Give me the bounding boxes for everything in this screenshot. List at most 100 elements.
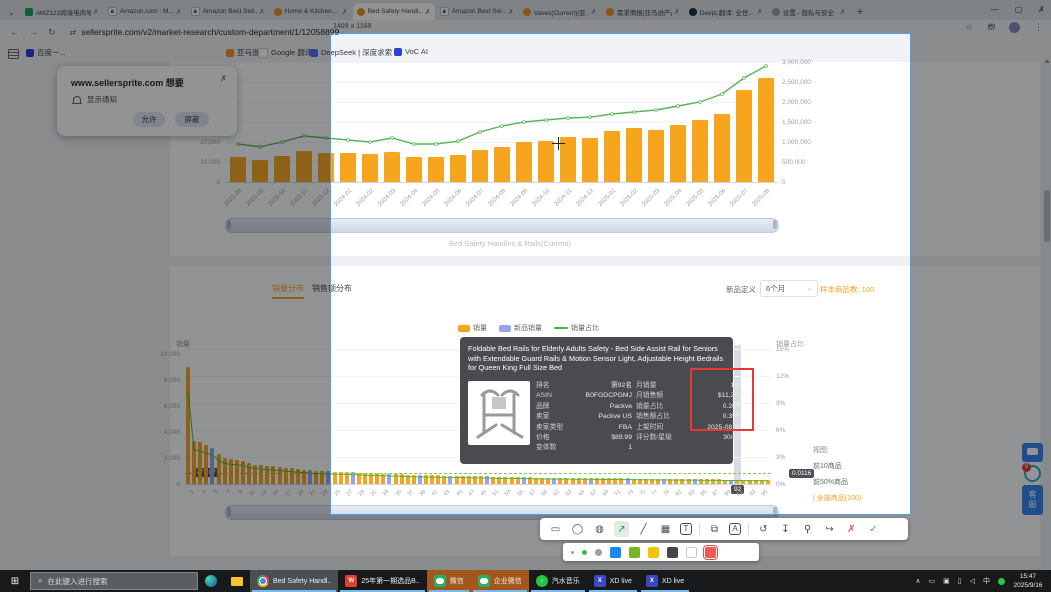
arrow-tool-icon[interactable]: ↗ <box>614 521 629 537</box>
rectangle-tool-icon[interactable]: ▭ <box>548 521 563 537</box>
period-select[interactable]: 6个月 ⌄ <box>760 280 818 297</box>
tab-amazon-com-m-[interactable]: aAmazon.com : M...✗ <box>104 3 186 20</box>
tab--[interactable]: 需求情报|亚马逊产品|...✗ <box>602 3 684 20</box>
confirm-tool-icon[interactable]: ✓ <box>866 521 881 537</box>
customer-service-label[interactable]: 客服 <box>1022 485 1043 515</box>
reload-icon[interactable]: ↻ <box>48 27 56 38</box>
page-scrollbar[interactable] <box>1043 62 1051 570</box>
notification-close-icon[interactable]: ✗ <box>220 74 227 83</box>
site-info-icon[interactable]: ⇄ <box>70 28 77 37</box>
tab-amz123-[interactable]: AMZ123跨境电商导航✗ <box>21 3 103 20</box>
scrollbar-up-arrow[interactable] <box>1044 59 1050 63</box>
text-tool-icon[interactable]: T <box>680 523 692 535</box>
taskbar-clock[interactable]: 15:47 2025/9/16 <box>1007 572 1049 590</box>
tab-amazon-best-sel-[interactable]: aAmazon Best Sel...✗ <box>436 3 518 20</box>
view-filter-3[interactable]: | 全部商品(100) <box>813 491 861 507</box>
new-tab-button[interactable]: + <box>857 6 863 18</box>
color-swatch-79b421[interactable] <box>629 547 640 558</box>
pin-image-tool-icon[interactable]: ⧉ <box>707 521 722 537</box>
customer-service-widget[interactable]: 9 客服 <box>1022 443 1043 515</box>
taskbar-app-wps[interactable]: W25年第一期选品B.. <box>338 570 426 592</box>
tab-close-icon[interactable]: ✗ <box>757 8 763 16</box>
share-tool-icon[interactable]: ↪ <box>822 521 837 537</box>
bookmark-4[interactable]: DeepSeek | 深度求索 <box>310 47 392 58</box>
ellipse-tool-icon[interactable]: ◯ <box>570 521 585 537</box>
taskbar-app-xd-live[interactable]: XXD live <box>587 570 639 592</box>
tray-display-icon[interactable]: ▭ <box>929 577 936 585</box>
close-tool-icon[interactable]: ✗ <box>844 521 859 537</box>
taskbar-app-soda-music[interactable]: ♪汽水音乐 <box>529 570 587 592</box>
sticker-tool-icon[interactable]: ◍ <box>592 521 607 537</box>
tab-deepl-[interactable]: DeepL翻译: 全世...✗ <box>685 3 767 20</box>
close-window-button[interactable]: ✗ <box>1038 5 1045 14</box>
color-swatch-f4574d[interactable] <box>705 547 716 558</box>
maximize-button[interactable]: ▢ <box>1015 5 1023 14</box>
tab-close-icon[interactable]: ✗ <box>342 8 348 16</box>
bookmark-3[interactable]: GGoogle 翻译 <box>258 47 312 58</box>
back-icon[interactable]: ← <box>10 27 19 37</box>
ime-indicator[interactable]: 中 <box>983 576 990 586</box>
tab-amazon-best-sell-[interactable]: aAmazon Best Sell...✗ <box>187 3 269 20</box>
color-swatch-f5c400[interactable] <box>648 547 659 558</box>
tray-capture-icon[interactable]: ▣ <box>943 577 950 585</box>
stroke-size-5[interactable] <box>582 550 587 555</box>
tab-revenue-distribution[interactable]: 销售额分布 <box>312 283 352 294</box>
taskbar-app-wechat[interactable]: 微信 <box>427 570 471 592</box>
save-page-icon[interactable]: ⛃ <box>987 22 995 33</box>
tab-close-icon[interactable]: ✗ <box>425 8 431 16</box>
tray-chevron-icon[interactable]: ∧ <box>915 577 920 585</box>
undo-tool-icon[interactable]: ↺ <box>756 521 771 537</box>
tray-status-icon[interactable] <box>998 578 1005 585</box>
tab-sales-distribution[interactable]: 销量分布 <box>272 283 304 299</box>
profile-avatar[interactable] <box>1009 22 1020 33</box>
bookmark-5[interactable]: VoC AI <box>394 47 428 56</box>
view-filter-1[interactable]: 前10商品 <box>813 459 861 475</box>
tab-vases-current-[interactable]: Vases(Current)|亚...✗ <box>519 3 601 20</box>
block-button[interactable]: 屏蔽 <box>175 112 209 127</box>
chat-bubble-icon[interactable] <box>1022 443 1043 462</box>
tab-home-kitchen-[interactable]: Home & Kitchen...✗ <box>270 3 352 20</box>
color-swatch-1788f5[interactable] <box>610 547 621 558</box>
save-tool-icon[interactable]: ↧ <box>778 521 793 537</box>
tab--[interactable]: 设置 - 隐私与安全✗ <box>768 3 850 20</box>
tray-phone-icon[interactable]: ▯ <box>958 577 962 585</box>
taskbar-app-wecom[interactable]: 企业微信 <box>471 570 529 592</box>
mosaic-tool-icon[interactable]: ▦ <box>658 521 673 537</box>
bookmark-star-icon[interactable]: ☆ <box>965 22 973 33</box>
start-button[interactable]: ⊞ <box>0 570 30 592</box>
legend-item-销量[interactable]: 销量 <box>458 323 487 333</box>
forward-icon[interactable]: → <box>29 27 38 37</box>
tab-close-icon[interactable]: ✗ <box>93 8 99 16</box>
taskbar-app-chrome[interactable]: Bed Safety Handl.. <box>250 570 338 592</box>
tab-bed-safety-handl-[interactable]: Bed Safety Handl...✗ <box>353 3 435 20</box>
service-logo-icon[interactable]: 9 <box>1024 465 1041 482</box>
tab-close-icon[interactable]: ✗ <box>259 8 265 16</box>
view-filter-2[interactable]: 前50%商品 <box>813 475 861 491</box>
color-swatch-ffffff[interactable] <box>686 547 697 558</box>
pen-tool-icon[interactable]: ╱ <box>636 521 651 537</box>
tab-close-icon[interactable]: ✗ <box>674 8 680 16</box>
tab-close-icon[interactable]: ✗ <box>508 8 514 16</box>
taskbar-app-explorer[interactable] <box>224 570 250 592</box>
bookmarks-grid-icon[interactable] <box>8 49 19 59</box>
browser-menu-icon[interactable]: ⋮ <box>1034 22 1043 33</box>
taskbar-app-xd-live[interactable]: XXD live <box>639 570 691 592</box>
tray-volume-icon[interactable]: ◁ <box>970 577 975 585</box>
color-swatch-454545[interactable] <box>667 547 678 558</box>
stroke-size-7[interactable] <box>595 549 602 556</box>
extract-text-tool-icon[interactable]: A <box>729 523 741 535</box>
tab-close-icon[interactable]: ✗ <box>840 8 846 16</box>
stroke-size-3[interactable] <box>571 551 574 554</box>
tab-close-icon[interactable]: ✗ <box>176 8 182 16</box>
legend-item-新品销量[interactable]: 新品销量 <box>499 323 542 333</box>
tab-close-icon[interactable]: ✗ <box>591 8 597 16</box>
taskbar-search[interactable]: ⌕ 在此键入进行搜索 <box>30 572 198 590</box>
pin-tool-icon[interactable]: ⚲ <box>800 521 815 537</box>
legend-item-销量占比[interactable]: 销量占比 <box>554 323 599 333</box>
taskbar-app-edge[interactable] <box>198 570 224 592</box>
bookmark-1[interactable]: 百度一... <box>26 47 66 58</box>
minimize-button[interactable]: — <box>991 5 999 14</box>
trend-datazoom-slider[interactable] <box>225 218 779 233</box>
scrollbar-thumb[interactable] <box>1044 190 1050 242</box>
tab-search-chevron-icon[interactable]: ⌄ <box>8 8 15 17</box>
